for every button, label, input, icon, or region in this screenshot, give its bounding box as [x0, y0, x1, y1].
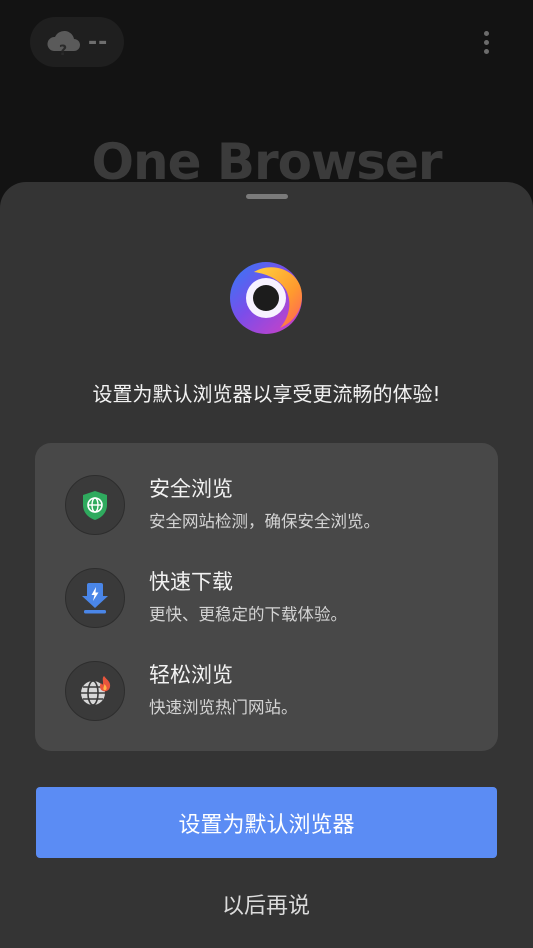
later-button[interactable]: 以后再说	[166, 882, 366, 926]
weather-value: --	[88, 29, 109, 55]
set-default-browser-button[interactable]: 设置为默认浏览器	[36, 787, 497, 858]
feature-title: 安全浏览	[149, 477, 233, 501]
one-browser-logo	[228, 258, 306, 336]
feature-description: 安全网站检测，确保安全浏览。	[149, 512, 380, 531]
cloud-question-icon: ?	[46, 27, 82, 59]
feature-description: 更快、更稳定的下载体验。	[149, 605, 347, 624]
default-browser-sheet: 设置为默认浏览器以享受更流畅的体验! 安全浏览 安全网站检测，确保安全浏览。 快…	[0, 182, 533, 948]
weather-widget[interactable]: ? --	[30, 17, 124, 67]
sheet-headline: 设置为默认浏览器以享受更流畅的体验!	[92, 382, 441, 406]
more-vertical-icon[interactable]	[474, 26, 498, 58]
feature-item-fast-download: 快速下载 更快、更稳定的下载体验。	[65, 568, 485, 632]
feature-item-safe-browsing: 安全浏览 安全网站检测，确保安全浏览。	[65, 475, 485, 539]
feature-title: 快速下载	[149, 570, 233, 594]
shield-globe-icon	[65, 475, 125, 535]
drag-handle[interactable]	[246, 194, 288, 199]
download-flash-icon	[65, 568, 125, 628]
feature-title: 轻松浏览	[149, 663, 233, 687]
globe-fire-icon	[65, 661, 125, 721]
svg-text:?: ?	[59, 43, 67, 57]
feature-item-easy-browsing: 轻松浏览 快速浏览热门网站。	[65, 661, 485, 725]
feature-list: 安全浏览 安全网站检测，确保安全浏览。 快速下载 更快、更稳定的下载体验。 轻松…	[35, 443, 498, 751]
feature-description: 快速浏览热门网站。	[149, 698, 298, 717]
